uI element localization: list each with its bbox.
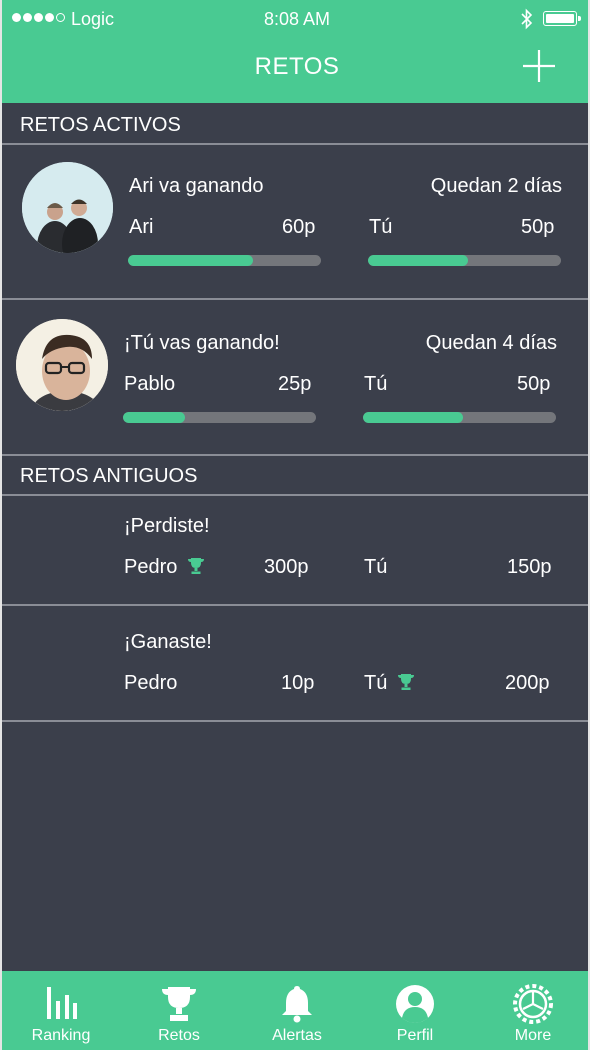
user-points: 150p <box>507 556 552 578</box>
tab-label: Perfil <box>396 1027 434 1044</box>
tab-label: More <box>514 1027 552 1044</box>
user-name: Tú <box>364 672 415 695</box>
section-old-title: RETOS ANTIGUOS <box>2 456 588 496</box>
challenge-result: ¡Ganaste! <box>124 631 212 653</box>
bluetooth-icon <box>521 8 533 30</box>
tab-perfil[interactable]: Perfil <box>356 971 474 1050</box>
tab-retos[interactable]: Retos <box>120 971 238 1050</box>
active-challenge-row[interactable]: ¡Tú vas ganando! Quedan 4 días Pablo 25p… <box>2 300 588 456</box>
tab-alertas[interactable]: Alertas <box>238 971 356 1050</box>
old-challenge-row[interactable]: ¡Ganaste! Pedro 10p Tú 200p <box>2 606 588 722</box>
opponent-points: 60p <box>282 216 316 238</box>
tab-ranking[interactable]: Ranking <box>2 971 120 1050</box>
opponent-progress-bar <box>128 255 321 266</box>
old-challenge-row[interactable]: ¡Perdiste! Pedro 300p Tú 150p <box>2 496 588 606</box>
challenge-status: ¡Tú vas ganando! <box>124 332 280 354</box>
opponent-name: Pedro <box>124 556 205 579</box>
days-remaining: Quedan 4 días <box>425 332 557 354</box>
user-name: Tú <box>369 216 393 238</box>
trophy-icon <box>188 558 205 574</box>
opponent-points: 10p <box>281 672 315 694</box>
opponent-points: 300p <box>264 556 309 578</box>
avatar <box>22 162 113 253</box>
challenge-result: ¡Perdiste! <box>124 515 210 537</box>
challenge-status: Ari va ganando <box>129 175 264 197</box>
app-screen: Logic 8:08 AM RETOS RETOS ACTIVOS Ari va… <box>0 0 590 1050</box>
trophy-icon <box>162 987 196 1021</box>
battery-icon <box>543 11 581 26</box>
user-progress-bar <box>363 412 556 423</box>
user-points: 50p <box>521 216 555 238</box>
plus-icon[interactable] <box>521 48 557 84</box>
header: Logic 8:08 AM RETOS <box>2 0 588 103</box>
user-points: 200p <box>505 672 550 694</box>
opponent-points: 25p <box>278 373 312 395</box>
settings-icon <box>513 984 553 1024</box>
bar-chart-icon <box>47 987 77 1019</box>
opponent-name: Pablo <box>124 373 176 395</box>
page-title: RETOS <box>254 53 340 80</box>
avatar <box>16 319 108 411</box>
clock: 8:08 AM <box>263 9 331 29</box>
tab-label: Ranking <box>31 1027 91 1044</box>
bell-icon <box>282 986 312 1023</box>
active-challenge-row[interactable]: Ari va ganando Quedan 2 días Ari 60p Tú … <box>2 145 588 300</box>
user-points: 50p <box>517 373 551 395</box>
tab-bar: Ranking Retos Alertas Perfil More <box>2 971 588 1050</box>
opponent-progress-bar <box>123 412 316 423</box>
opponent-name: Pedro <box>124 672 178 694</box>
trophy-icon <box>398 674 415 690</box>
days-remaining: Quedan 2 días <box>430 175 562 197</box>
tab-more[interactable]: More <box>474 971 588 1050</box>
user-icon <box>396 985 434 1023</box>
opponent-name: Ari <box>129 216 154 238</box>
user-name: Tú <box>364 556 388 578</box>
user-name: Tú <box>364 373 388 395</box>
status-bar: Logic 8:08 AM <box>2 0 588 38</box>
user-progress-bar <box>368 255 561 266</box>
tab-label: Retos <box>158 1027 200 1044</box>
tab-label: Alertas <box>272 1027 322 1044</box>
section-active-title: RETOS ACTIVOS <box>2 105 588 145</box>
